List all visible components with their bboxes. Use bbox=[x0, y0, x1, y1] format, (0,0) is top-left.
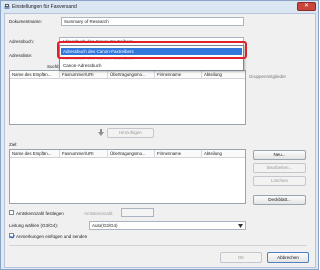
highlight-callout bbox=[57, 41, 247, 59]
printer-icon bbox=[4, 4, 10, 9]
col-transmission-mode[interactable]: Übertragungsmo... bbox=[108, 150, 155, 158]
address-book-label: Adressbuch: bbox=[9, 39, 35, 44]
outside-line-label: Amtskennzahl festlegen bbox=[16, 211, 64, 216]
chevron-down-icon bbox=[238, 224, 243, 228]
window-title: Einstellungen für Faxversand bbox=[12, 4, 77, 10]
delete-button[interactable]: Löschen bbox=[253, 176, 306, 186]
target-table[interactable]: Name des Empfän... Faxnummer/URI Übertra… bbox=[9, 149, 246, 204]
col-company[interactable]: Firmenname bbox=[155, 150, 202, 158]
arrow-down-icon bbox=[98, 129, 104, 136]
group-members-label: Gruppenmitglieder bbox=[249, 74, 287, 79]
line-select-value: Auto(G3/G4) bbox=[92, 223, 118, 228]
col-department[interactable]: Abteilung bbox=[202, 71, 246, 79]
target-label: Ziel: bbox=[9, 142, 18, 147]
outside-line-number-field[interactable] bbox=[121, 208, 154, 217]
document-name-field[interactable]: Summary of Research bbox=[61, 17, 244, 26]
title-bar: Einstellungen für Faxversand ✕ bbox=[1, 1, 318, 13]
ok-button[interactable]: OK bbox=[220, 252, 262, 263]
target-table-header: Name des Empfän... Faxnummer/URI Übertra… bbox=[10, 150, 245, 158]
footer-divider bbox=[9, 245, 307, 246]
new-button[interactable]: Neu... bbox=[253, 150, 306, 160]
line-select[interactable]: Auto(G3/G4) bbox=[89, 221, 246, 230]
fax-settings-window: Einstellungen für Faxversand ✕ Dokumentn… bbox=[0, 0, 319, 270]
dropdown-option-canon-address-book[interactable]: Canon-Adressbuch bbox=[61, 62, 242, 69]
outside-line-checkbox[interactable] bbox=[9, 210, 14, 215]
col-fax-number[interactable]: Faxnummer/URI bbox=[60, 71, 108, 79]
col-transmission-mode[interactable]: Übertragungsmo... bbox=[108, 71, 155, 79]
col-company[interactable]: Firmenname bbox=[155, 71, 202, 79]
col-department[interactable]: Abteilung bbox=[202, 150, 246, 158]
address-list-header: Name des Empfän... Faxnummer/URI Übertra… bbox=[10, 71, 245, 79]
line-select-label: Leitung wählen (G3/G4): bbox=[9, 223, 59, 228]
annotations-checkbox[interactable] bbox=[9, 233, 14, 238]
col-recipient-name[interactable]: Name des Empfän... bbox=[10, 71, 60, 79]
add-button[interactable]: Hinzufügen bbox=[107, 128, 154, 138]
cover-sheet-button[interactable]: Deckblatt... bbox=[253, 195, 306, 205]
close-button[interactable]: ✕ bbox=[297, 2, 316, 11]
outside-line-number-label: Amtskennzahl: bbox=[84, 211, 114, 216]
col-recipient-name[interactable]: Name des Empfän... bbox=[10, 150, 60, 158]
edit-button[interactable]: Bearbeiten... bbox=[253, 163, 306, 173]
address-list-label: Adressliste: bbox=[9, 53, 33, 58]
annotations-label: Anmerkungen einfügen und senden bbox=[16, 234, 88, 239]
cancel-button[interactable]: Abbrechen bbox=[267, 252, 309, 263]
address-list-table[interactable]: Name des Empfän... Faxnummer/URI Übertra… bbox=[9, 70, 246, 125]
col-fax-number[interactable]: Faxnummer/URI bbox=[60, 150, 108, 158]
document-name-label: Dokumentname: bbox=[9, 19, 43, 24]
